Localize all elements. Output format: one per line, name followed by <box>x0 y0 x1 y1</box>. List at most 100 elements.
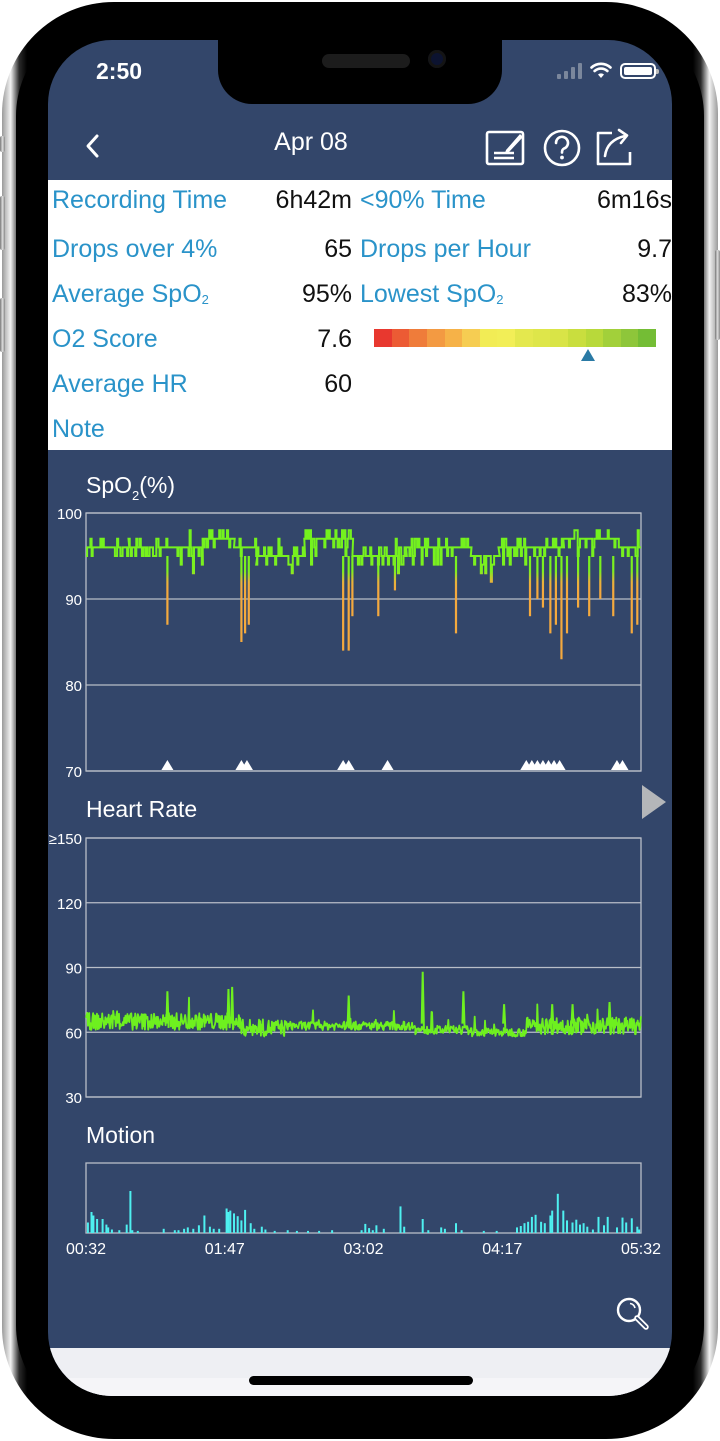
motion-bar <box>136 1230 139 1233</box>
x-tick-label: 00:32 <box>66 1241 106 1258</box>
motion-bar <box>236 1216 239 1233</box>
zoom-button[interactable] <box>614 1295 652 1333</box>
motion-bar <box>131 1230 134 1233</box>
motion-bar <box>399 1206 402 1233</box>
motion-bar <box>427 1230 430 1233</box>
motion-bar <box>162 1228 165 1233</box>
motion-bar <box>551 1210 554 1233</box>
motion-bar <box>249 1223 252 1233</box>
motion-bar <box>375 1225 378 1233</box>
motion-bar <box>264 1229 267 1233</box>
hr-ytick-label: 60 <box>65 1025 82 1042</box>
motion-bar <box>186 1227 189 1233</box>
volume-down-button <box>0 298 5 352</box>
motion-bar <box>273 1230 276 1233</box>
spo2-series-line <box>86 529 641 583</box>
hr-spike <box>420 971 425 1028</box>
motion-bar <box>96 1219 99 1233</box>
motion-bar <box>534 1214 537 1233</box>
screen: 2:50 Apr 08 Recording Time 6h42m <90% Ti… <box>48 40 672 1396</box>
hr-spike <box>502 1004 507 1028</box>
motion-bar <box>440 1227 443 1233</box>
motion-bar <box>218 1228 221 1233</box>
motion-bar <box>225 1208 228 1233</box>
motion-bar <box>101 1219 104 1233</box>
bottom-safe-area <box>48 1348 672 1396</box>
motion-bar <box>125 1224 128 1233</box>
hr-spike <box>346 995 351 1028</box>
motion-bar <box>597 1216 600 1233</box>
motion-bar <box>606 1216 609 1233</box>
play-right-icon <box>642 785 666 819</box>
motion-bar <box>549 1215 552 1233</box>
motion-bar <box>519 1226 522 1233</box>
motion-bar <box>527 1221 530 1233</box>
motion-bar <box>616 1227 618 1233</box>
motion-bar <box>286 1230 289 1233</box>
x-tick-label: 05:32 <box>621 1241 661 1258</box>
motion-bar <box>244 1209 247 1233</box>
motion-bar <box>579 1224 581 1233</box>
motion-bar <box>360 1230 363 1233</box>
x-tick-label: 01:47 <box>205 1241 245 1258</box>
spo2-ytick-label: 70 <box>65 764 82 781</box>
motion-bar <box>625 1222 628 1233</box>
motion-bar <box>586 1226 589 1233</box>
motion-bar <box>516 1227 518 1233</box>
x-tick-label: 03:02 <box>343 1241 383 1258</box>
motion-bar <box>260 1226 263 1233</box>
motion-bar <box>403 1226 406 1233</box>
motion-bar <box>530 1216 533 1233</box>
motion-bar <box>556 1193 559 1233</box>
motion-bar <box>295 1230 298 1233</box>
hr-spike <box>165 991 170 1028</box>
next-page-button[interactable] <box>640 782 668 822</box>
motion-bar <box>107 1227 110 1233</box>
motion-bar <box>443 1228 446 1233</box>
motion-bar <box>591 1229 594 1233</box>
motion-bar <box>173 1230 176 1233</box>
motion-bar <box>603 1225 605 1233</box>
ring-switch <box>0 136 5 152</box>
motion-bar <box>575 1219 578 1233</box>
motion-bar <box>331 1230 334 1233</box>
motion-bar <box>523 1223 526 1233</box>
motion-bar <box>197 1225 200 1233</box>
motion-bar <box>208 1226 211 1233</box>
charts-canvas[interactable]: 100 90 80 70 ≥150 120 90 60 30 00:32 01:47 03:02 04:… <box>48 40 672 1340</box>
hr-ytick-label: 30 <box>65 1090 82 1107</box>
motion-bar <box>482 1230 485 1233</box>
motion-bar <box>90 1212 93 1233</box>
motion-bar <box>460 1230 463 1233</box>
hr-ytick-label: 90 <box>65 961 82 978</box>
motion-bar <box>636 1226 639 1233</box>
spo2-ytick-label: 90 <box>65 592 82 609</box>
spo2-ytick-label: 100 <box>57 506 82 523</box>
motion-bar <box>495 1230 498 1233</box>
motion-bar <box>368 1228 371 1233</box>
hr-ytick-label: ≥150 <box>49 831 82 848</box>
motion-bar <box>630 1218 633 1233</box>
magnifier-icon <box>616 1297 649 1330</box>
x-tick-label: 04:17 <box>482 1241 522 1258</box>
motion-bar <box>183 1228 186 1233</box>
motion-bar <box>212 1228 215 1233</box>
motion-bar <box>86 1222 89 1233</box>
motion-bar <box>240 1220 243 1233</box>
motion-bar <box>233 1213 235 1233</box>
desaturation-marker <box>381 760 394 770</box>
hr-ytick-label: 120 <box>57 896 82 913</box>
motion-bar <box>455 1223 457 1233</box>
spo2-ytick-label: 80 <box>65 678 82 695</box>
motion-bar <box>253 1228 256 1233</box>
motion-bar <box>203 1215 206 1233</box>
motion-bar <box>229 1210 232 1233</box>
motion-bar <box>192 1228 195 1233</box>
motion-bar <box>621 1217 624 1233</box>
motion-bar <box>105 1224 108 1233</box>
home-indicator[interactable] <box>249 1376 473 1385</box>
hr-spike <box>230 986 235 1028</box>
power-button <box>715 250 720 340</box>
volume-up-button <box>0 196 5 250</box>
hr-spike <box>461 991 466 1028</box>
